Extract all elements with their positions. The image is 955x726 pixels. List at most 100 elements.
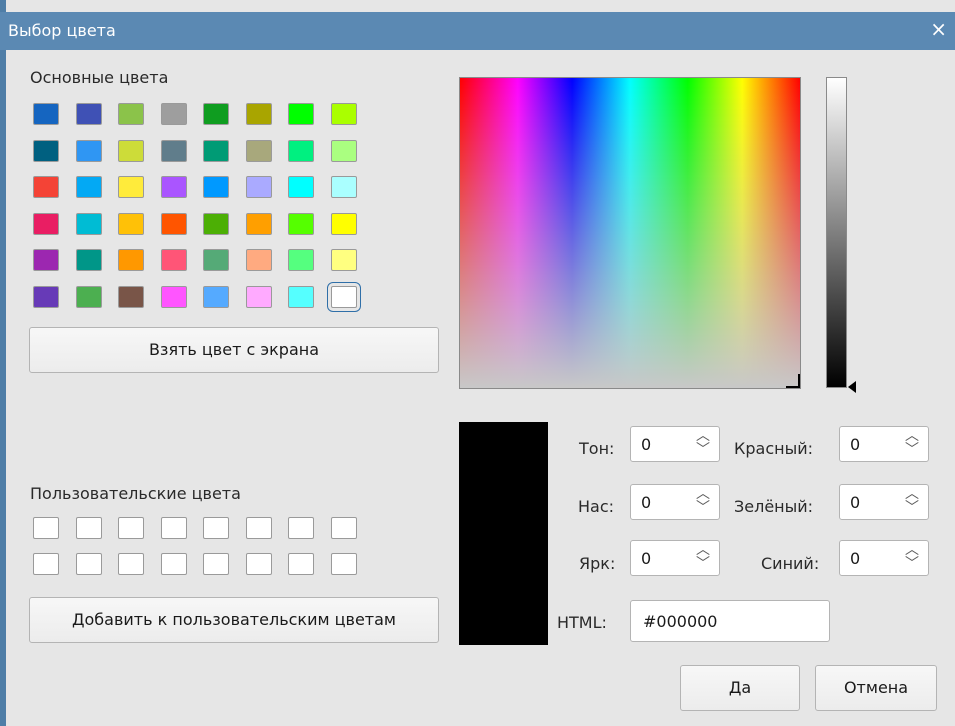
spin-up-icon[interactable]: ︿ — [696, 487, 710, 501]
spin-up-icon[interactable]: ︿ — [905, 429, 919, 443]
basic-color-swatch[interactable] — [245, 139, 272, 162]
custom-color-swatch[interactable] — [75, 553, 102, 575]
basic-color-swatch[interactable] — [118, 103, 144, 125]
basic-color-swatch[interactable] — [160, 139, 187, 162]
green-spinbox[interactable]: 0 ︿ ﹀ — [839, 484, 929, 520]
basic-color-swatch[interactable] — [203, 286, 229, 308]
custom-color-swatch[interactable] — [118, 553, 144, 575]
basic-color-swatch[interactable] — [75, 286, 102, 308]
basic-color-swatch[interactable] — [160, 249, 187, 272]
spin-down-icon[interactable]: ﹀ — [905, 557, 919, 571]
blue-spinbox[interactable]: 0 ︿ ﹀ — [839, 540, 929, 576]
red-value: 0 — [850, 435, 861, 454]
hue-label: Тон: — [579, 439, 615, 458]
close-icon[interactable]: × — [930, 18, 947, 40]
custom-color-swatch[interactable] — [288, 517, 314, 539]
basic-color-swatch[interactable] — [118, 249, 144, 272]
spin-down-icon[interactable]: ﹀ — [696, 557, 710, 571]
basic-color-swatch[interactable] — [203, 103, 229, 125]
custom-color-swatch[interactable] — [245, 517, 272, 539]
custom-color-swatch[interactable] — [330, 553, 357, 575]
spin-up-icon[interactable]: ︿ — [696, 543, 710, 557]
title-bar[interactable]: Выбор цвета × — [0, 12, 955, 50]
basic-color-swatch[interactable] — [75, 176, 102, 199]
custom-color-swatch[interactable] — [288, 553, 314, 575]
basic-color-swatch[interactable] — [118, 286, 144, 308]
custom-color-swatch[interactable] — [245, 553, 272, 575]
custom-color-swatch[interactable] — [203, 553, 229, 575]
basic-color-swatch[interactable] — [33, 103, 59, 125]
basic-color-swatch[interactable] — [33, 286, 59, 308]
custom-color-swatch[interactable] — [33, 517, 59, 539]
basic-color-swatch[interactable] — [326, 282, 361, 312]
color-preview — [459, 422, 548, 645]
basic-color-swatch[interactable] — [245, 212, 272, 235]
custom-color-swatch[interactable] — [330, 517, 357, 539]
basic-color-swatch[interactable] — [75, 139, 102, 162]
basic-color-swatch[interactable] — [33, 176, 59, 199]
pick-screen-color-button[interactable]: Взять цвет с экрана — [29, 327, 439, 373]
basic-color-swatch[interactable] — [330, 176, 357, 199]
value-spinbox[interactable]: 0 ︿ ﹀ — [630, 540, 720, 576]
saturation-spinbox[interactable]: 0 ︿ ﹀ — [630, 484, 720, 520]
spin-down-icon[interactable]: ﹀ — [905, 443, 919, 457]
luminance-slider[interactable] — [826, 77, 847, 388]
basic-color-swatch[interactable] — [330, 212, 357, 235]
spin-down-icon[interactable]: ﹀ — [905, 501, 919, 515]
custom-color-swatch[interactable] — [33, 553, 59, 575]
blue-label: Синий: — [761, 554, 820, 573]
saturation-label: Нас: — [578, 497, 615, 516]
basic-color-swatch[interactable] — [160, 212, 187, 235]
basic-color-swatch[interactable] — [75, 103, 102, 125]
basic-color-swatch[interactable] — [118, 212, 144, 235]
basic-color-swatch[interactable] — [160, 103, 187, 125]
ok-button[interactable]: Да — [680, 665, 800, 711]
basic-color-swatch[interactable] — [245, 103, 272, 125]
add-custom-color-button[interactable]: Добавить к пользовательским цветам — [29, 597, 439, 643]
basic-color-swatch[interactable] — [203, 176, 229, 199]
spin-down-icon[interactable]: ﹀ — [696, 443, 710, 457]
custom-color-swatch[interactable] — [203, 517, 229, 539]
basic-color-swatch[interactable] — [75, 249, 102, 272]
color-dialog-window: Выбор цвета × Основные цвета Взять цвет … — [0, 0, 955, 726]
basic-color-swatch[interactable] — [203, 249, 229, 272]
basic-color-swatch[interactable] — [288, 176, 314, 199]
cancel-button[interactable]: Отмена — [815, 665, 937, 711]
spin-down-icon[interactable]: ﹀ — [696, 501, 710, 515]
custom-color-swatch[interactable] — [118, 517, 144, 539]
basic-color-swatch[interactable] — [33, 249, 59, 272]
hue-saturation-picker[interactable] — [459, 77, 801, 389]
basic-color-swatch[interactable] — [288, 212, 314, 235]
basic-color-swatch[interactable] — [288, 286, 314, 308]
picker-crosshair[interactable] — [786, 374, 800, 388]
spin-up-icon[interactable]: ︿ — [696, 429, 710, 443]
basic-color-swatch[interactable] — [160, 176, 187, 199]
basic-color-swatch[interactable] — [33, 139, 59, 162]
basic-color-swatch[interactable] — [330, 139, 357, 162]
spin-up-icon[interactable]: ︿ — [905, 543, 919, 557]
luminance-arrow-icon[interactable] — [848, 381, 856, 393]
basic-color-swatch[interactable] — [33, 212, 59, 235]
html-color-input[interactable]: #000000 — [630, 600, 830, 642]
basic-color-swatch[interactable] — [245, 286, 272, 308]
custom-color-swatch[interactable] — [160, 553, 187, 575]
basic-color-swatch[interactable] — [245, 176, 272, 199]
value-label: Ярк: — [579, 554, 616, 573]
basic-color-swatch[interactable] — [118, 176, 144, 199]
basic-color-swatch[interactable] — [288, 249, 314, 272]
hue-spinbox[interactable]: 0 ︿ ﹀ — [630, 426, 720, 462]
custom-color-swatch[interactable] — [75, 517, 102, 539]
basic-color-swatch[interactable] — [288, 139, 314, 162]
custom-color-swatch[interactable] — [160, 517, 187, 539]
basic-color-swatch[interactable] — [330, 103, 357, 125]
basic-color-swatch[interactable] — [203, 139, 229, 162]
spin-up-icon[interactable]: ︿ — [905, 487, 919, 501]
basic-color-swatch[interactable] — [75, 212, 102, 235]
basic-color-swatch[interactable] — [330, 249, 357, 272]
basic-color-swatch[interactable] — [245, 249, 272, 272]
basic-color-swatch[interactable] — [118, 139, 144, 162]
basic-color-swatch[interactable] — [203, 212, 229, 235]
basic-color-swatch[interactable] — [288, 103, 314, 125]
basic-color-swatch[interactable] — [160, 286, 187, 308]
red-spinbox[interactable]: 0 ︿ ﹀ — [839, 426, 929, 462]
